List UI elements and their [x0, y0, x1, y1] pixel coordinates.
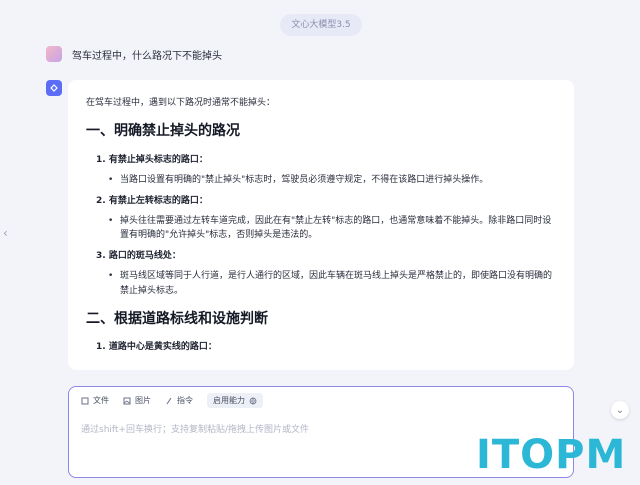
brand-logo: ITOPM — [476, 430, 636, 480]
bullet-text: 当路口设置有明确的"禁止掉头"标志时，驾驶员必须遵守规定，不得在该路口进行掉头操… — [120, 175, 489, 186]
list-item-title: 2. 有禁止左转标志的路口： — [96, 195, 208, 206]
list-bullet: • 当路口设置有明确的"禁止掉头"标志时，驾驶员必须遵守规定，不得在该路口进行掉… — [108, 173, 556, 187]
upload-image-button[interactable]: 图片 — [123, 395, 151, 406]
command-button[interactable]: 指令 — [165, 395, 193, 406]
bullet-text: 掉头往往需要通过左转车道完成，因此在有"禁止左转"标志的路口，也通常意味着不能掉… — [120, 215, 552, 241]
chevron-left-icon[interactable]: ‹ — [3, 226, 8, 240]
user-message-row: 驾车过程中，什么路况下不能掉头 — [46, 46, 222, 62]
tool-label: 图片 — [135, 396, 151, 405]
bullet-dot-icon: • — [108, 175, 114, 186]
tool-label: 指令 — [177, 396, 193, 405]
command-icon — [166, 397, 172, 404]
tool-label: 启用能力 — [213, 396, 245, 405]
list-item-title: 3. 路口的斑马线处： — [96, 250, 181, 261]
brand-logo-text: ITOPM — [476, 432, 627, 478]
bullet-dot-icon: • — [108, 271, 114, 282]
user-avatar — [46, 46, 62, 62]
enable-capability-button[interactable]: 启用能力 — [207, 393, 263, 408]
section-heading: 二、根据道路标线和设施判断 — [86, 310, 268, 327]
bullet-dot-icon: • — [108, 215, 114, 226]
bullet-text: 斑马线区域等同于人行道，是行人通行的区域，因此车辆在斑马线上掉头是严格禁止的，即… — [120, 271, 553, 296]
bot-avatar-icon — [46, 80, 62, 96]
file-icon — [81, 397, 89, 404]
tool-label: 文件 — [93, 396, 109, 405]
image-icon — [123, 397, 131, 404]
answer-card: 在驾车过程中，遇到以下路况时通常不能掉头： 一、明确禁止掉头的路况 1. 有禁止… — [68, 80, 574, 370]
list-bullet: • 斑马线区域等同于人行道，是行人通行的区域，因此车辆在斑马线上掉头是严格禁止的… — [108, 269, 556, 298]
list-item-title: 1. 道路中心是黄实线的路口： — [96, 342, 217, 353]
input-toolbar: 文件 图片 指令 启用能力 — [69, 387, 573, 414]
user-message-text: 驾车过程中，什么路况下不能掉头 — [72, 50, 222, 62]
scroll-down-button[interactable]: ⌄ — [611, 401, 629, 419]
model-version-pill[interactable]: 文心大模型3.5 — [280, 14, 362, 36]
list-bullet: • 掉头往往需要通过左转车道完成，因此在有"禁止左转"标志的路口，也通常意味着不… — [108, 214, 556, 243]
list-item-title: 1. 有禁止掉头标志的路口： — [96, 154, 208, 165]
globe-icon — [249, 397, 257, 404]
section-heading: 一、明确禁止掉头的路况 — [86, 123, 240, 140]
answer-intro: 在驾车过程中，遇到以下路况时通常不能掉头： — [86, 98, 276, 108]
upload-file-button[interactable]: 文件 — [81, 395, 109, 406]
